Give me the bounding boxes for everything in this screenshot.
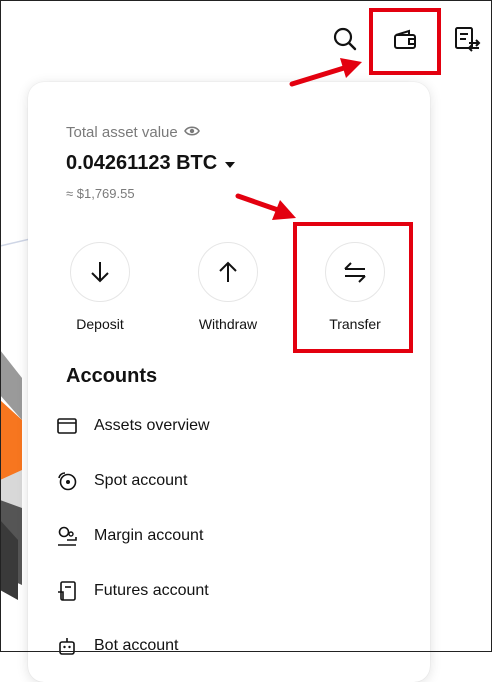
- margin-icon: [54, 523, 80, 549]
- account-item-spot[interactable]: Spot account: [54, 466, 187, 496]
- total-asset-text: Total asset value: [66, 124, 178, 141]
- search-icon[interactable]: [330, 24, 360, 54]
- accounts-heading: Accounts: [66, 365, 158, 387]
- account-item-futures[interactable]: Futures account: [54, 576, 209, 606]
- orders-icon[interactable]: [452, 24, 482, 54]
- spot-icon: [54, 468, 80, 494]
- annotation-arrow-transfer: [235, 193, 296, 220]
- account-item-label: Bot account: [94, 637, 179, 654]
- account-item-bot[interactable]: Bot account: [54, 631, 179, 661]
- bot-icon: [54, 633, 80, 659]
- account-item-margin[interactable]: Margin account: [54, 521, 203, 551]
- account-item-label: Spot account: [94, 472, 188, 489]
- balance-selector[interactable]: 0.04261123 BTC: [66, 152, 236, 175]
- withdraw-circle[interactable]: [198, 242, 258, 302]
- wallet-outline-icon: [54, 413, 80, 439]
- deposit-button[interactable]: Deposit: [50, 242, 150, 332]
- balance-value: 0.04261123 BTC: [66, 152, 218, 174]
- account-item-label: Assets overview: [94, 417, 210, 434]
- futures-icon: [54, 578, 80, 604]
- assets-panel: Total asset value 0.04261123 BTC ≈ $1,76…: [28, 82, 430, 682]
- deposit-label: Deposit: [76, 316, 124, 332]
- caret-down-icon: [225, 161, 236, 168]
- deposit-circle[interactable]: [70, 242, 130, 302]
- account-item-label: Margin account: [94, 527, 204, 544]
- eye-icon[interactable]: [183, 124, 200, 141]
- arrow-up-icon: [219, 261, 237, 282]
- account-item-label: Futures account: [94, 582, 209, 599]
- account-item-assets-overview[interactable]: Assets overview: [54, 411, 210, 441]
- withdraw-label: Withdraw: [198, 316, 258, 332]
- annotation-arrow-wallet: [289, 58, 362, 87]
- total-asset-label: Total asset value: [66, 124, 200, 141]
- wallet-highlight-box: [369, 8, 441, 75]
- arrow-down-icon: [91, 262, 109, 283]
- fiat-value: ≈ $1,769.55: [66, 186, 135, 201]
- transfer-highlight-box: [293, 222, 413, 353]
- withdraw-button[interactable]: Withdraw: [178, 242, 278, 332]
